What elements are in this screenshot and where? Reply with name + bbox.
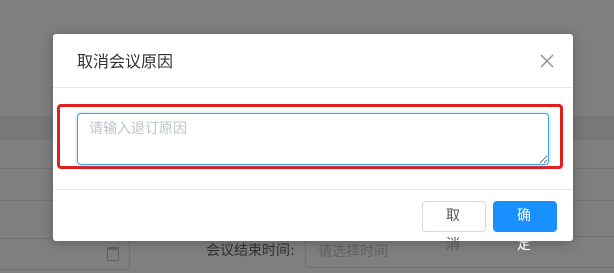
close-button[interactable] [537,51,557,71]
cancel-button[interactable]: 取 消 [422,201,486,253]
dialog-body [53,88,573,189]
cancel-meeting-dialog: 取消会议原因 取 消 确 定 [53,34,573,253]
dialog-title: 取消会议原因 [77,52,174,71]
reason-textarea[interactable] [77,113,549,165]
confirm-button[interactable]: 确 定 [493,201,557,253]
dialog-footer: 取 消 确 定 [53,189,573,253]
dialog-header: 取消会议原因 [53,34,573,88]
close-icon [540,54,554,68]
